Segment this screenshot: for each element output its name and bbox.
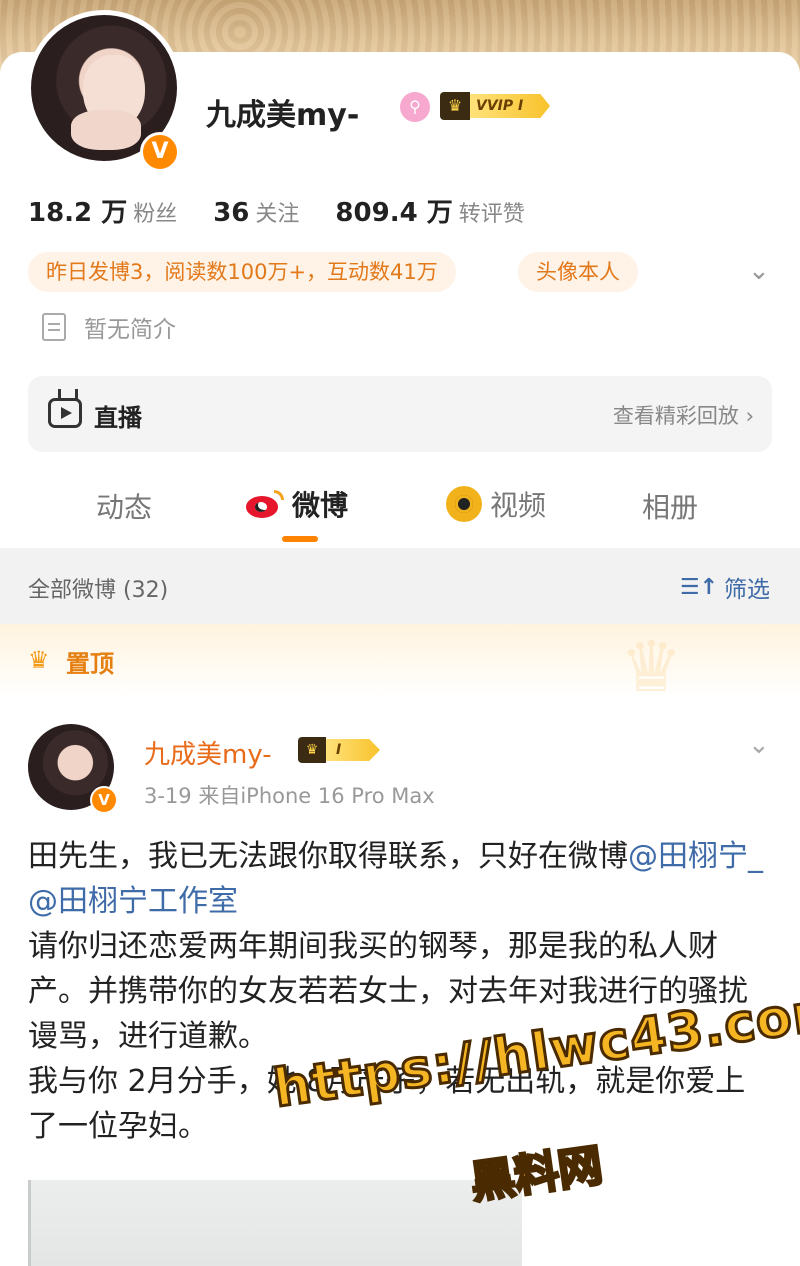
stat-following[interactable]: 36 关注	[213, 196, 299, 228]
filter-button-label: 筛选	[724, 577, 770, 603]
stat-value: 18.2 万	[28, 198, 128, 228]
tv-icon	[48, 398, 82, 428]
tab-album[interactable]: 相册	[642, 486, 698, 526]
activity-pill[interactable]: 昨日发博3，阅读数100万+，互动数41万	[28, 252, 456, 292]
profile-card: V 九成美my- ⚲ ♛ VVIP I 18.2 万粉丝 36 关注 809.4 …	[0, 10, 800, 552]
bio-text: 暂无简介	[84, 317, 176, 343]
crown-icon: ♛	[298, 737, 326, 763]
stat-label: 粉丝	[133, 202, 178, 227]
stat-label: 转评赞	[458, 202, 525, 227]
live-row[interactable]: 直播 查看精彩回放 ›	[28, 376, 772, 452]
filter-icon: ☰↑	[679, 574, 718, 600]
chevron-down-icon[interactable]: ⌄	[748, 730, 770, 760]
vvip-label: VVIP I	[470, 94, 550, 118]
post-vip-badge[interactable]: ♛ I	[298, 736, 380, 764]
video-icon	[446, 486, 482, 522]
tab-weibo[interactable]: 微博	[246, 484, 348, 524]
profile-tabs: 动态 微博 视频 相册	[0, 480, 800, 548]
live-label: 直播	[94, 404, 142, 432]
profile-username: 九成美my-	[206, 98, 360, 133]
stat-label: 关注	[255, 202, 300, 227]
search-icon[interactable]: ⚲	[400, 92, 430, 122]
profile-stats: 18.2 万粉丝 36 关注 809.4 万转评赞	[28, 192, 525, 229]
stat-value: 809.4 万	[335, 198, 453, 228]
mention-link[interactable]: @田栩宁_	[628, 839, 763, 874]
mention-link[interactable]: @田栩宁工作室	[28, 884, 238, 919]
verified-badge: V	[140, 132, 180, 172]
post-paragraph: 田先生，我已无法跟你取得联系，只好在微博@田栩宁_ @田栩宁工作室	[28, 834, 772, 924]
tab-label: 动态	[96, 491, 153, 524]
tab-label: 视频	[490, 489, 547, 522]
filter-button[interactable]: ☰↑ 筛选	[680, 570, 770, 604]
post-image[interactable]	[28, 1180, 522, 1266]
stat-followers[interactable]: 18.2 万粉丝	[28, 192, 177, 229]
crown-icon: ♛	[440, 92, 470, 120]
tab-video[interactable]: 视频	[446, 484, 546, 524]
crown-icon: ♛	[28, 646, 50, 674]
tab-label: 相册	[642, 491, 699, 524]
pinned-label: 置顶	[66, 650, 114, 678]
post-count-label: 全部微博 (32)	[28, 578, 169, 603]
avatar-hand	[71, 110, 141, 150]
vvip-badge[interactable]: ♛ VVIP I	[440, 92, 550, 120]
crown-decoration-icon: ♛	[620, 626, 683, 708]
post-author[interactable]: 九成美my-	[144, 734, 272, 771]
pinned-header: ♛ 置顶 ♛	[0, 624, 800, 702]
stat-value: 36	[213, 198, 250, 228]
chevron-down-icon[interactable]: ⌄	[748, 256, 770, 286]
vip-label: I	[326, 739, 380, 761]
post-text: 田先生，我已无法跟你取得联系，只好在微博	[28, 839, 628, 874]
document-icon	[42, 313, 66, 341]
filter-bar: 全部微博 (32) ☰↑ 筛选	[0, 548, 800, 624]
tab-dynamic[interactable]: 动态	[96, 486, 152, 526]
tab-label: 微博	[292, 489, 349, 522]
profile-bio: 暂无简介	[42, 310, 176, 344]
active-tab-indicator	[282, 536, 318, 542]
replay-link[interactable]: 查看精彩回放 ›	[613, 400, 754, 430]
stat-interactions[interactable]: 809.4 万转评赞	[335, 192, 524, 229]
verified-badge: V	[90, 786, 118, 814]
avatar-verified-pill[interactable]: 头像本人	[518, 252, 638, 292]
weibo-icon	[246, 490, 284, 518]
post-meta: 3-19 来自iPhone 16 Pro Max	[144, 784, 435, 808]
